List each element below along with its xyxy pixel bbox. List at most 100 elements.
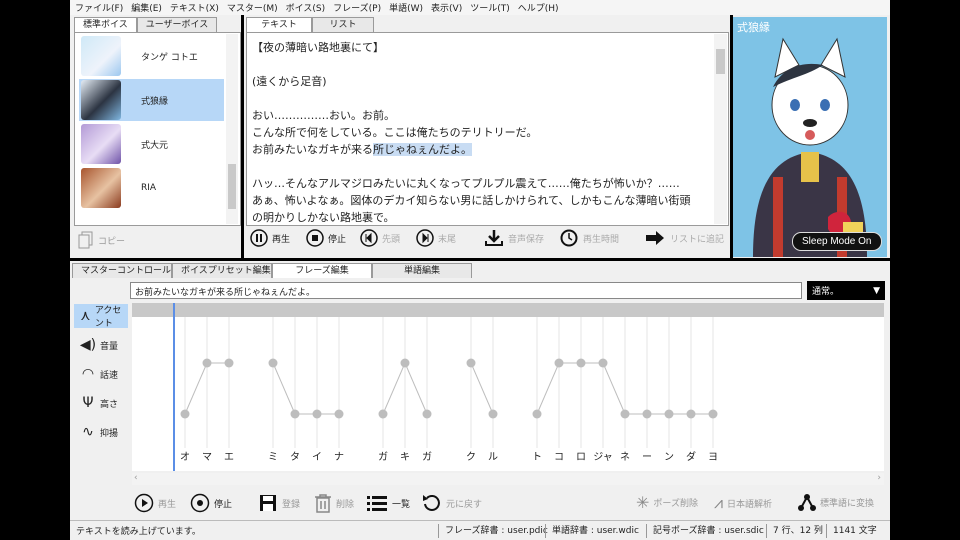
jp-analysis-button[interactable]: ⩘ 日本語解析: [714, 493, 772, 513]
scroll-right-icon[interactable]: ›: [877, 473, 881, 483]
stop-icon: [306, 229, 324, 247]
accent-point[interactable]: [334, 409, 344, 419]
accent-point[interactable]: [532, 409, 542, 419]
head-button[interactable]: 先頭: [360, 229, 400, 247]
skip-back-icon: [360, 229, 378, 247]
tab-master-control[interactable]: マスターコントロール: [72, 263, 172, 278]
undo-icon: [423, 495, 440, 511]
copy-button[interactable]: コピー: [78, 231, 125, 249]
text-scrollbar[interactable]: [714, 34, 727, 224]
scroll-thumb[interactable]: [228, 164, 236, 209]
side-button-label: 話速: [100, 370, 119, 381]
accent-point[interactable]: [466, 358, 476, 368]
tab-user-voice[interactable]: ユーザーボイス: [136, 17, 218, 32]
accent-point[interactable]: [620, 409, 630, 419]
mora-label: マ: [202, 452, 212, 463]
accent-point[interactable]: [378, 409, 388, 419]
text-editor[interactable]: 【夜の薄暗い路地裏にて】 (遠くから足音) おい……………おい。お前。 こんな所で何を…: [246, 32, 729, 226]
undo-button[interactable]: 元に戻す: [422, 493, 482, 513]
accent-point[interactable]: [664, 409, 674, 419]
voice-name: 式狼縁: [141, 96, 169, 107]
accent-connector: [184, 362, 208, 415]
avatar: [81, 168, 121, 208]
add-to-list-button[interactable]: リストに追記: [644, 229, 724, 247]
stop-button[interactable]: 停止: [306, 229, 346, 247]
menu-item[interactable]: フレーズ(P): [333, 1, 381, 14]
side-button-intonation[interactable]: ∿ 抑揚: [74, 420, 128, 444]
sleep-mode-badge[interactable]: Sleep Mode On: [792, 232, 882, 251]
accent-point[interactable]: [422, 409, 432, 419]
copy-label: コピー: [98, 236, 126, 247]
mora-label: ダ: [686, 450, 696, 463]
tab-text[interactable]: テキスト: [246, 17, 312, 32]
tab-voice-preset[interactable]: ボイスプリセット編集: [172, 263, 272, 278]
accent-graph[interactable]: オ マ エ ミ タ イ ナ ガ キ ガ ク ル ト コ ロジャネ ー ン ダ ヨ: [132, 303, 884, 471]
menu-item[interactable]: ファイル(F): [75, 1, 123, 14]
voice-item[interactable]: 式狼縁: [79, 79, 224, 121]
accent-point[interactable]: [686, 409, 696, 419]
scroll-thumb[interactable]: [716, 49, 725, 74]
editor-hscrollbar[interactable]: ‹ ›: [132, 473, 884, 485]
tab-word-edit[interactable]: 単語編集: [372, 263, 472, 278]
accent-point[interactable]: [268, 358, 278, 368]
menu-item[interactable]: マスター(M): [227, 1, 278, 14]
jp-analysis-label: 日本語解析: [727, 499, 773, 510]
std-convert-button[interactable]: 標準語に変換: [798, 493, 874, 511]
menu-item[interactable]: ツール(T): [470, 1, 510, 14]
mora-label: ー: [642, 452, 652, 463]
scroll-left-icon[interactable]: ‹: [134, 473, 138, 483]
side-button-volume[interactable]: ◀) 音量: [74, 333, 128, 357]
tab-list[interactable]: リスト: [312, 17, 374, 32]
list-label: 一覧: [392, 499, 411, 510]
save-audio-button[interactable]: 音声保存: [484, 229, 544, 247]
voice-list-scrollbar[interactable]: [226, 34, 238, 224]
accent-point[interactable]: [202, 358, 212, 368]
text-line: (遠くから足音): [252, 73, 327, 89]
accent-point[interactable]: [708, 409, 718, 419]
phrase-input[interactable]: お前みたいなガキが来る所じゃねぇんだよ。: [130, 282, 802, 299]
accent-point[interactable]: [488, 409, 498, 419]
voice-item[interactable]: RIA: [79, 167, 224, 209]
accent-editor[interactable]: オ マ エ ミ タ イ ナ ガ キ ガ ク ル ト コ ロジャネ ー ン ダ ヨ: [132, 303, 884, 471]
text-segment: の明かりしかない路地裏で。: [252, 211, 395, 224]
phrase-stop-button[interactable]: 停止: [190, 493, 232, 513]
menu-item[interactable]: ボイス(S): [286, 1, 325, 14]
accent-point[interactable]: [180, 409, 190, 419]
accent-point[interactable]: [290, 409, 300, 419]
phrase-play-button[interactable]: 再生: [134, 493, 176, 513]
menu-item[interactable]: 表示(V): [431, 1, 462, 14]
pause-delete-button[interactable]: ✳ ポーズ削除: [636, 493, 698, 512]
menu-item[interactable]: 編集(E): [131, 1, 162, 14]
side-button-accent[interactable]: ⋏ アクセント: [74, 304, 128, 329]
tab-phrase-edit[interactable]: フレーズ編集: [272, 263, 372, 278]
accent-point[interactable]: [598, 358, 608, 368]
accent-point[interactable]: [576, 358, 586, 368]
mora-label: ジャ: [593, 452, 613, 463]
register-button[interactable]: 登録: [258, 493, 300, 513]
accent-point[interactable]: [224, 358, 234, 368]
menu-item[interactable]: 単語(W): [389, 1, 423, 14]
side-button-pitch[interactable]: Ψ 高さ: [74, 391, 128, 415]
menu-item[interactable]: テキスト(X): [170, 1, 219, 14]
list-icon: [367, 496, 387, 511]
accent-point[interactable]: [312, 409, 322, 419]
style-select[interactable]: 通常。 ▼: [807, 281, 885, 300]
accent-point[interactable]: [642, 409, 652, 419]
delete-button[interactable]: 削除: [314, 493, 354, 513]
side-button-speed[interactable]: ◠ 話速: [74, 362, 128, 386]
pitch-icon: Ψ: [82, 395, 94, 411]
play-time-button[interactable]: 再生時間: [559, 229, 619, 247]
phrase-stop-label: 停止: [214, 499, 233, 510]
accent-point[interactable]: [400, 358, 410, 368]
voice-item[interactable]: タンゲ コトエ: [79, 35, 224, 77]
voice-item[interactable]: 式大元: [79, 123, 224, 165]
accent-connector: [404, 362, 428, 415]
tail-button[interactable]: 末尾: [416, 229, 456, 247]
accent-connector: [602, 362, 626, 415]
list-button[interactable]: 一覧: [366, 493, 410, 513]
accent-connector: [536, 362, 560, 415]
tab-standard-voice[interactable]: 標準ボイス: [74, 17, 137, 32]
play-button[interactable]: 再生: [250, 229, 290, 247]
accent-point[interactable]: [554, 358, 564, 368]
menu-item[interactable]: ヘルプ(H): [518, 1, 559, 14]
